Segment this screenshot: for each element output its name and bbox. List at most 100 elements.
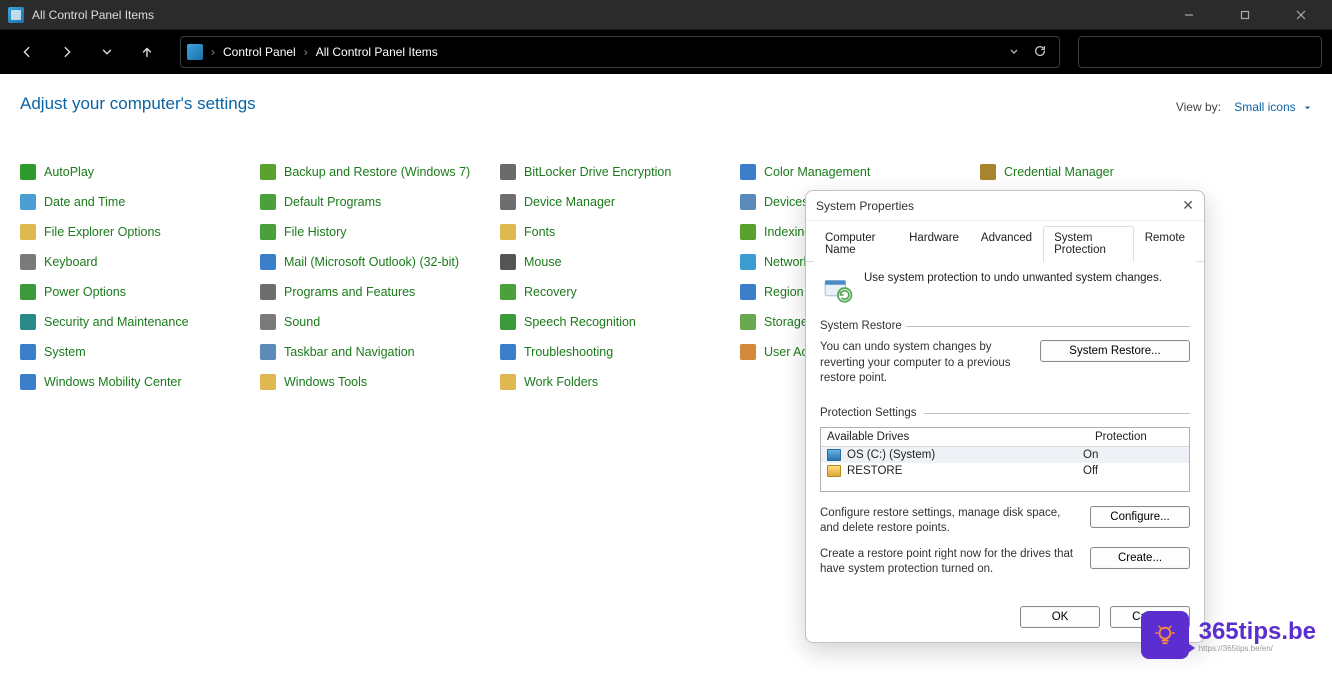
control-panel-item[interactable]: Troubleshooting [500, 342, 740, 362]
item-label: Programs and Features [284, 285, 415, 299]
drive-name: OS (C:) (System) [847, 449, 935, 461]
item-icon [500, 344, 516, 360]
tab-remote[interactable]: Remote [1134, 226, 1196, 262]
drives-header-name: Available Drives [821, 428, 1089, 446]
item-label: File History [284, 225, 347, 239]
control-panel-item[interactable]: Speech Recognition [500, 312, 740, 332]
item-label: AutoPlay [44, 165, 94, 179]
breadcrumb-current[interactable]: All Control Panel Items [316, 45, 438, 59]
item-icon [500, 314, 516, 330]
viewby-dropdown[interactable]: Small icons [1234, 100, 1312, 114]
control-panel-item[interactable]: Windows Tools [260, 372, 500, 392]
tab-hardware[interactable]: Hardware [898, 226, 970, 262]
item-label: Windows Tools [284, 375, 367, 389]
configure-button[interactable]: Configure... [1090, 506, 1190, 528]
drive-row[interactable]: OS (C:) (System)On [821, 447, 1189, 463]
minimize-button[interactable] [1166, 0, 1212, 30]
item-icon [20, 284, 36, 300]
control-panel-item[interactable]: Fonts [500, 222, 740, 242]
control-panel-item[interactable]: Keyboard [20, 252, 260, 272]
maximize-button[interactable] [1222, 0, 1268, 30]
item-icon [20, 194, 36, 210]
control-panel-item[interactable]: Mail (Microsoft Outlook) (32-bit) [260, 252, 500, 272]
control-panel-item[interactable]: System [20, 342, 260, 362]
item-icon [260, 164, 276, 180]
item-icon [260, 344, 276, 360]
viewby-value: Small icons [1234, 100, 1295, 114]
system-properties-dialog: System Properties ✕ Computer Name Hardwa… [805, 190, 1205, 643]
control-panel-item[interactable]: Mouse [500, 252, 740, 272]
control-panel-item[interactable]: Work Folders [500, 372, 740, 392]
control-panel-item[interactable]: Color Management [740, 162, 980, 182]
item-icon [500, 284, 516, 300]
item-label: Network [764, 255, 810, 269]
control-panel-item[interactable]: Credential Manager [980, 162, 1220, 182]
system-restore-button[interactable]: System Restore... [1040, 340, 1190, 362]
window-title: All Control Panel Items [32, 8, 1166, 22]
control-panel-item[interactable]: Backup and Restore (Windows 7) [260, 162, 500, 182]
item-label: Power Options [44, 285, 126, 299]
item-icon [20, 164, 36, 180]
control-panel-item[interactable]: File History [260, 222, 500, 242]
item-label: Work Folders [524, 375, 598, 389]
control-panel-item[interactable]: Default Programs [260, 192, 500, 212]
window-controls [1166, 0, 1324, 30]
recent-locations-button[interactable] [90, 36, 124, 68]
create-button[interactable]: Create... [1090, 547, 1190, 569]
back-button[interactable] [10, 36, 44, 68]
folder-icon [827, 465, 841, 477]
control-panel-item[interactable]: AutoPlay [20, 162, 260, 182]
chevron-right-icon[interactable]: › [300, 45, 312, 59]
address-dropdown[interactable] [1005, 45, 1023, 59]
drives-table: Available Drives Protection OS (C:) (Sys… [820, 427, 1190, 492]
dialog-close-button[interactable]: ✕ [1182, 197, 1194, 214]
control-panel-item[interactable]: BitLocker Drive Encryption [500, 162, 740, 182]
control-panel-item[interactable]: Windows Mobility Center [20, 372, 260, 392]
control-panel-item[interactable]: Date and Time [20, 192, 260, 212]
chevron-right-icon[interactable]: › [207, 45, 219, 59]
control-panel-item[interactable]: Recovery [500, 282, 740, 302]
system-protection-icon [820, 272, 854, 306]
item-icon [260, 314, 276, 330]
search-input[interactable] [1078, 36, 1322, 68]
intro-text: Use system protection to undo unwanted s… [864, 272, 1162, 284]
control-panel-item[interactable]: Device Manager [500, 192, 740, 212]
item-label: Credential Manager [1004, 165, 1114, 179]
up-button[interactable] [130, 36, 164, 68]
item-icon [500, 224, 516, 240]
drive-name: RESTORE [847, 465, 902, 477]
item-label: Region [764, 285, 804, 299]
item-label: Fonts [524, 225, 555, 239]
item-icon [20, 344, 36, 360]
item-icon [20, 254, 36, 270]
control-panel-item[interactable]: Sound [260, 312, 500, 332]
refresh-button[interactable] [1027, 44, 1053, 61]
tab-computer-name[interactable]: Computer Name [814, 226, 898, 262]
control-panel-item[interactable]: Taskbar and Navigation [260, 342, 500, 362]
drive-row[interactable]: RESTOREOff [821, 463, 1189, 479]
item-label: Keyboard [44, 255, 98, 269]
control-panel-item[interactable]: Programs and Features [260, 282, 500, 302]
group-system-restore: System Restore [820, 320, 1190, 332]
item-label: Speech Recognition [524, 315, 636, 329]
tab-advanced[interactable]: Advanced [970, 226, 1043, 262]
item-icon [500, 194, 516, 210]
control-panel-item[interactable]: Power Options [20, 282, 260, 302]
lightbulb-icon [1141, 611, 1189, 659]
tab-system-protection[interactable]: System Protection [1043, 226, 1134, 262]
close-button[interactable] [1278, 0, 1324, 30]
forward-button[interactable] [50, 36, 84, 68]
item-label: Devices [764, 195, 808, 209]
viewby-label: View by: [1176, 100, 1221, 114]
disk-icon [827, 449, 841, 461]
item-label: Device Manager [524, 195, 615, 209]
address-bar[interactable]: › Control Panel › All Control Panel Item… [180, 36, 1060, 68]
item-label: Sound [284, 315, 320, 329]
control-panel-item[interactable]: Security and Maintenance [20, 312, 260, 332]
breadcrumb-root[interactable]: Control Panel [223, 45, 296, 59]
control-panel-icon [8, 7, 24, 23]
control-panel-item[interactable]: File Explorer Options [20, 222, 260, 242]
item-label: Default Programs [284, 195, 381, 209]
ok-button[interactable]: OK [1020, 606, 1100, 628]
item-icon [20, 314, 36, 330]
